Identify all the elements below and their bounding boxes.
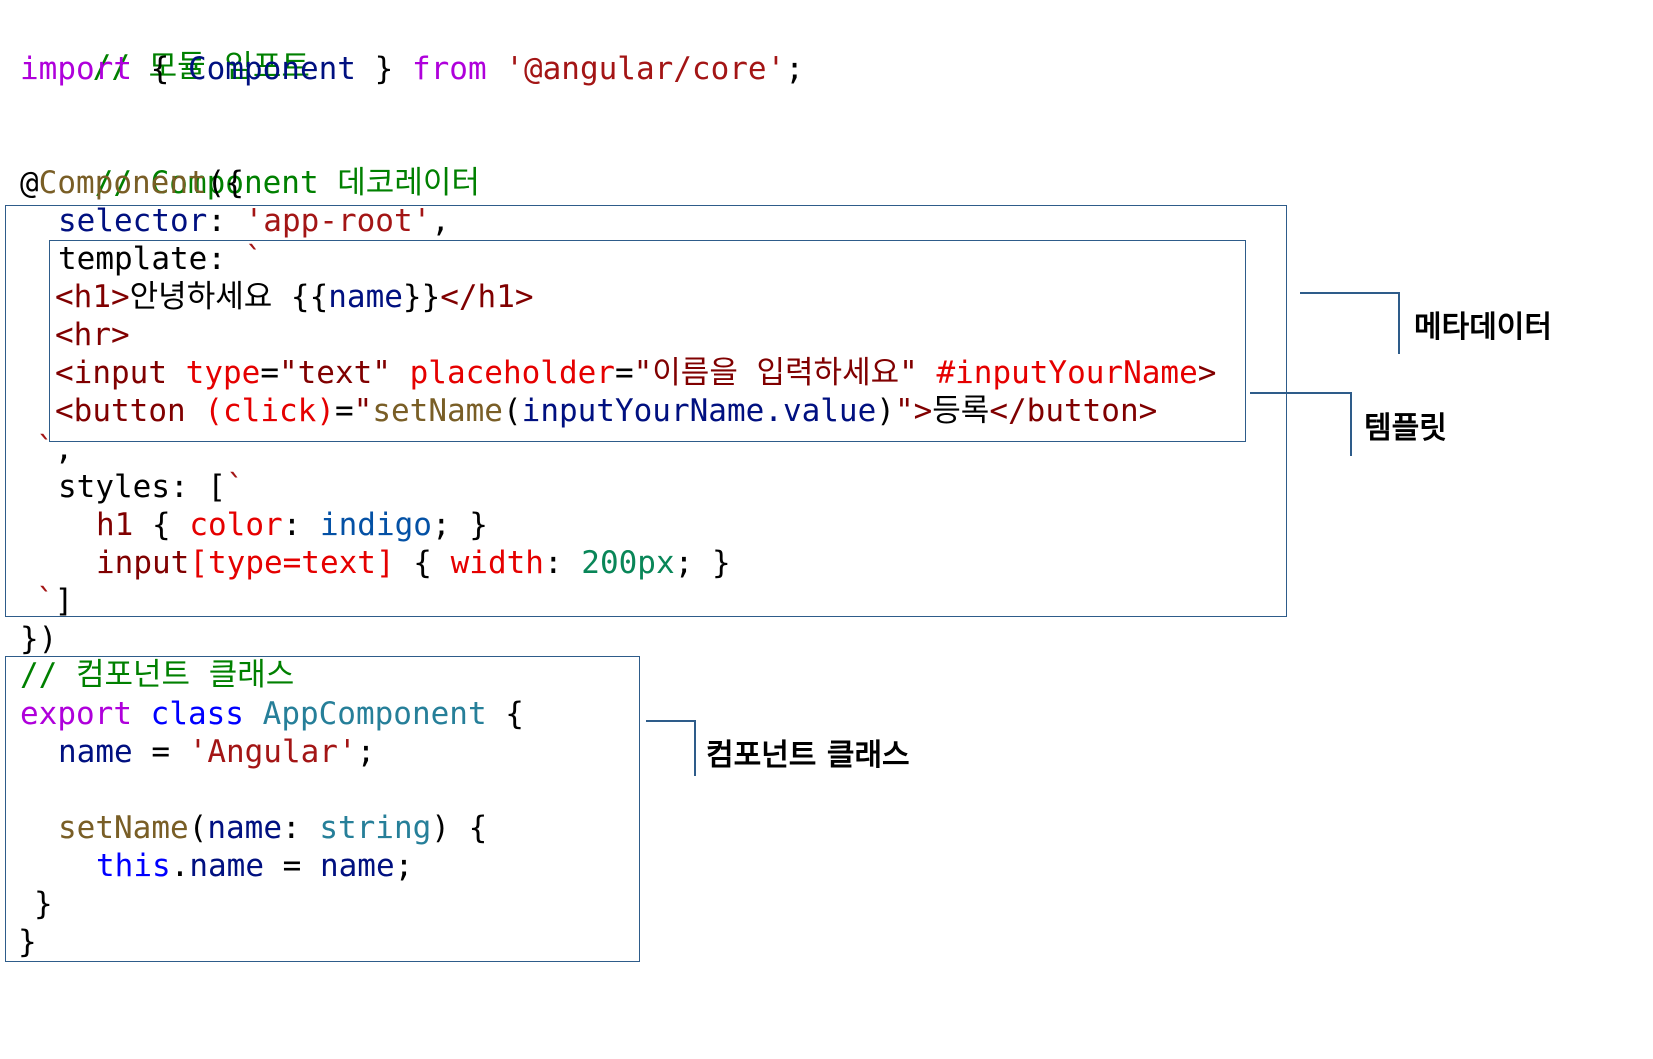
keyword-import: import bbox=[20, 51, 132, 87]
code-line-17: }) bbox=[20, 620, 57, 658]
code-line-2: import { Component } from '@angular/core… bbox=[20, 50, 804, 88]
code-line-5: @Component({ bbox=[20, 164, 244, 202]
brace-paren-close: }) bbox=[20, 621, 58, 657]
at-sign: @ bbox=[20, 165, 39, 201]
component-class-label: 컴포넌트 클래스 bbox=[706, 738, 910, 773]
template-box bbox=[49, 240, 1246, 442]
keyword-from: from bbox=[411, 51, 487, 87]
identifier-component: Component bbox=[187, 51, 356, 87]
code-line-1: // 모듈 임포트 bbox=[18, 10, 310, 85]
module-path-string: '@angular/core' bbox=[505, 51, 786, 87]
code-line-4: // Component 데코레이터 bbox=[20, 126, 480, 201]
semicolon: ; bbox=[785, 51, 804, 87]
template-label: 템플릿 bbox=[1364, 411, 1447, 446]
brace-close: } bbox=[355, 51, 412, 87]
metadata-label: 메타데이터 bbox=[1414, 310, 1552, 345]
decorator-name: Component bbox=[38, 165, 207, 201]
component-class-box bbox=[5, 656, 640, 962]
brace-open: { bbox=[131, 51, 188, 87]
paren-brace-open: ({ bbox=[206, 165, 244, 201]
